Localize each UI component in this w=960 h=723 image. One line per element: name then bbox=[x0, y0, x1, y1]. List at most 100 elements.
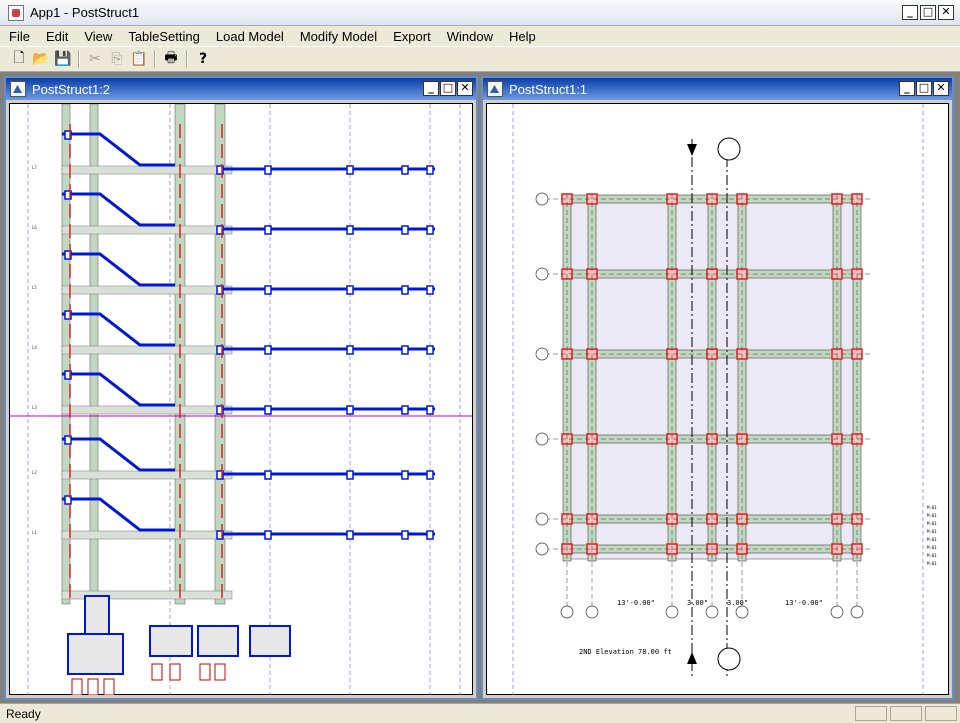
menu-export[interactable]: Export bbox=[384, 29, 438, 44]
beam-support bbox=[264, 405, 272, 415]
status-pane bbox=[890, 706, 922, 721]
menu-view[interactable]: View bbox=[75, 29, 119, 44]
new-file-icon[interactable]: 🗋 bbox=[8, 48, 30, 70]
axis-bubble bbox=[665, 605, 679, 619]
drawing-canvas[interactable]: L7 L6 L5 L4 L3 L2 L1 bbox=[9, 103, 473, 696]
pile bbox=[87, 678, 99, 696]
menu-tablesetting[interactable]: TableSetting bbox=[119, 29, 207, 44]
dimension-label: 3.00" bbox=[727, 599, 748, 607]
child-window-elevation[interactable]: PostStruct1:2 _ □ ✕ L7 L6 L5 L4 L3 L2 L1 bbox=[4, 76, 478, 700]
dimension-label: 3.00" bbox=[687, 599, 708, 607]
toolbar-separator bbox=[154, 50, 156, 68]
elevation-drawing: L7 L6 L5 L4 L3 L2 L1 bbox=[10, 103, 472, 696]
floor-slab bbox=[61, 470, 233, 480]
axis-bubble bbox=[535, 267, 549, 281]
child-title-bar[interactable]: PostStruct1:2 _ □ ✕ bbox=[6, 78, 476, 100]
axis-bubble bbox=[535, 512, 549, 526]
minimize-button[interactable]: _ bbox=[902, 5, 918, 20]
legend-text: M-01 bbox=[927, 561, 937, 566]
menu-help[interactable]: Help bbox=[500, 29, 543, 44]
child-title-bar[interactable]: PostStruct1:1 _ □ ✕ bbox=[483, 78, 952, 100]
toolbar-separator bbox=[186, 50, 188, 68]
cut-icon[interactable]: ✂ bbox=[84, 48, 106, 70]
child-minimize-button[interactable]: _ bbox=[423, 81, 439, 96]
beam-support bbox=[264, 345, 272, 355]
beam-support bbox=[346, 405, 354, 415]
beam-support bbox=[401, 405, 409, 415]
level-label: L2 bbox=[32, 470, 37, 475]
axis-bubble bbox=[535, 542, 549, 556]
level-label: L3 bbox=[32, 405, 37, 410]
legend-text: M-01 bbox=[927, 545, 937, 550]
menu-window[interactable]: Window bbox=[438, 29, 500, 44]
floor-slab bbox=[61, 405, 233, 415]
maximize-button[interactable]: □ bbox=[920, 5, 936, 20]
elevation-label: 2ND Elevation 78.00 ft bbox=[579, 648, 672, 656]
menu-modify-model[interactable]: Modify Model bbox=[291, 29, 384, 44]
app-icon bbox=[8, 4, 24, 21]
pile bbox=[199, 663, 211, 681]
beam-support bbox=[346, 165, 354, 175]
toolbar-separator bbox=[78, 50, 80, 68]
child-close-button[interactable]: ✕ bbox=[933, 81, 949, 96]
section-marker bbox=[717, 647, 741, 671]
axis-bubble bbox=[585, 605, 599, 619]
axis-bubble bbox=[830, 605, 844, 619]
elevation-group: L7 L6 L5 L4 L3 L2 L1 bbox=[10, 103, 472, 696]
stair-line bbox=[62, 192, 175, 227]
section-arrow bbox=[687, 652, 697, 664]
status-pane bbox=[925, 706, 957, 721]
menu-edit[interactable]: Edit bbox=[37, 29, 75, 44]
mdi-workspace: PostStruct1:2 _ □ ✕ L7 L6 L5 L4 L3 L2 L1 PostS… bbox=[0, 72, 960, 703]
axis-bubble bbox=[560, 605, 574, 619]
child-window-plan[interactable]: PostStruct1:1 _ □ ✕ 2ND Elevation 78.00 … bbox=[481, 76, 954, 700]
beam-support bbox=[264, 470, 272, 480]
footing bbox=[197, 625, 239, 657]
beam-support bbox=[346, 285, 354, 295]
window-title: App1 - PostStruct1 bbox=[30, 5, 140, 20]
beam-support bbox=[264, 165, 272, 175]
pile bbox=[151, 663, 163, 681]
beam-support bbox=[264, 530, 272, 540]
legend-text: M-01 bbox=[927, 553, 937, 558]
print-icon[interactable]: 🖶 bbox=[160, 48, 182, 70]
pile bbox=[103, 678, 115, 696]
stair-line bbox=[62, 252, 175, 287]
document-icon bbox=[10, 81, 26, 97]
copy-icon[interactable]: ⎘ bbox=[106, 48, 128, 70]
pile bbox=[169, 663, 181, 681]
drawing-canvas[interactable]: 2ND Elevation 78.00 ft 13'-0.00" 3.00" 3… bbox=[486, 103, 949, 695]
stair-line bbox=[62, 132, 175, 167]
paste-icon[interactable]: 📋 bbox=[128, 48, 150, 70]
menu-bar: File Edit View TableSetting Load Model M… bbox=[0, 26, 960, 46]
application-window: App1 - PostStruct1 _ □ ✕ File Edit View … bbox=[0, 0, 960, 723]
child-maximize-button[interactable]: □ bbox=[440, 81, 456, 96]
menu-load-model[interactable]: Load Model bbox=[207, 29, 291, 44]
axis-bubble bbox=[535, 192, 549, 206]
stair-line bbox=[62, 437, 175, 472]
toolbar: 🗋 📂 💾 ✂ ⎘ 📋 🖶 ? bbox=[0, 46, 960, 72]
beam-support bbox=[426, 530, 434, 540]
pile bbox=[71, 678, 83, 696]
section-marker bbox=[717, 137, 741, 161]
beam-support bbox=[346, 530, 354, 540]
close-button[interactable]: ✕ bbox=[938, 5, 954, 20]
beam-support bbox=[401, 165, 409, 175]
level-label: L7 bbox=[32, 165, 37, 170]
child-minimize-button[interactable]: _ bbox=[899, 81, 915, 96]
beam-support bbox=[401, 345, 409, 355]
child-maximize-button[interactable]: □ bbox=[916, 81, 932, 96]
beam-support bbox=[264, 285, 272, 295]
axis-bubble bbox=[535, 432, 549, 446]
axis-bubble bbox=[735, 605, 749, 619]
legend-text: M-01 bbox=[927, 529, 937, 534]
menu-file[interactable]: File bbox=[0, 29, 37, 44]
save-icon[interactable]: 💾 bbox=[52, 48, 74, 70]
open-folder-icon[interactable]: 📂 bbox=[30, 48, 52, 70]
beam-support bbox=[401, 470, 409, 480]
section-arrow bbox=[687, 144, 697, 156]
child-close-button[interactable]: ✕ bbox=[457, 81, 473, 96]
beam-support bbox=[346, 225, 354, 235]
level-label: L4 bbox=[32, 345, 37, 350]
help-icon[interactable]: ? bbox=[192, 48, 214, 70]
